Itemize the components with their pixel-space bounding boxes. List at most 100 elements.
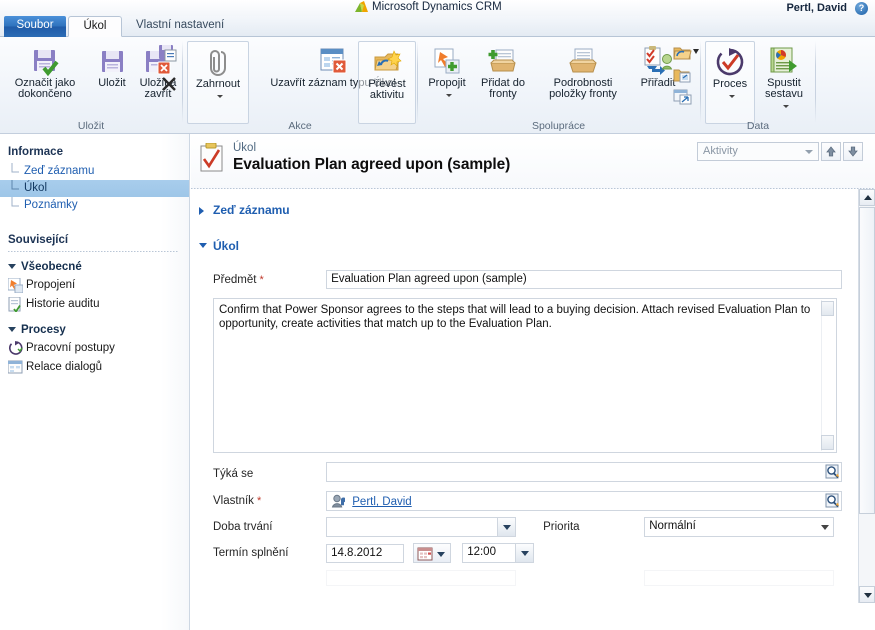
owner-lookup[interactable]: Pertl, David	[326, 491, 843, 511]
ribbon-button-label: Proces	[712, 78, 748, 90]
user-icon	[331, 494, 346, 508]
form-body: Zeď záznamu Úkol Předmět * Evaluation Pl…	[191, 189, 858, 603]
audit-history-icon	[8, 296, 23, 314]
record-type-label: Úkol	[233, 142, 257, 154]
section-toggle-ukol[interactable]: Úkol	[191, 235, 858, 257]
run-report-icon	[769, 44, 799, 78]
ribbon-button-zahrnout[interactable]: Zahrnout	[187, 41, 249, 124]
arrow-down-icon	[848, 146, 858, 157]
regarding-lookup[interactable]	[326, 462, 843, 485]
scroll-up-button[interactable]	[859, 189, 875, 206]
ribbon-button-pridat-do-fronty[interactable]: Přidat do fronty	[474, 41, 532, 100]
description-textarea[interactable]: Confirm that Power Sponsor agrees to the…	[213, 298, 837, 453]
form-selector-dropdown[interactable]: Aktivity	[697, 142, 819, 161]
ribbon-group-label-data: Data	[746, 120, 770, 132]
subject-input[interactable]: Evaluation Plan agreed upon (sample)	[326, 270, 843, 289]
due-time-select[interactable]: 12:00	[462, 543, 535, 563]
email-link-icon[interactable]	[673, 66, 693, 87]
close-record-icon	[317, 44, 349, 78]
duration-select[interactable]	[326, 517, 517, 537]
hidden-input-right[interactable]	[644, 570, 835, 586]
sidebar-item-historie-auditu[interactable]: Historie auditu	[0, 295, 189, 314]
regarding-input[interactable]	[326, 462, 843, 482]
scroll-thumb-bottom[interactable]	[821, 435, 834, 450]
ribbon-button-label: Podrobnosti položky fronty	[549, 77, 617, 100]
lookup-search-icon[interactable]	[824, 492, 841, 510]
sidebar-item-label: Historie auditu	[26, 298, 100, 310]
form-header: Úkol Evaluation Plan agreed upon (sample…	[191, 134, 875, 189]
chevron-down-icon[interactable]	[726, 91, 735, 102]
field-label-predmet: Předmět *	[213, 273, 264, 286]
ribbon-button-prevest-aktivitu[interactable]: Převést aktivitu	[358, 41, 416, 124]
sidebar-item-propojeni[interactable]: Propojení	[0, 276, 189, 295]
page-title: Evaluation Plan agreed upon (sample)	[233, 156, 511, 173]
nav-group-label: Všeobecné	[21, 261, 82, 273]
sidebar-item-ukol[interactable]: Úkol	[0, 180, 189, 197]
sidebar-item-poznamky[interactable]: Poznámky	[0, 197, 189, 214]
ribbon-button-podrobnosti-polozky-fronty[interactable]: Podrobnosti položky fronty	[534, 41, 632, 100]
form-header-nav: Aktivity	[697, 142, 863, 161]
sidebar-item-zed-zaznamu[interactable]: Zeď záznamu	[0, 163, 189, 180]
chevron-right-icon	[199, 207, 204, 215]
title-bar: Microsoft Dynamics CRM Pertl, David Neni…	[0, 0, 875, 28]
arrow-up-icon	[826, 146, 836, 157]
tree-branch-icon	[10, 163, 20, 180]
chevron-down-icon[interactable]	[214, 91, 223, 102]
ribbon-button-label: Přidat do fronty	[480, 77, 526, 100]
chevron-down-icon[interactable]	[780, 101, 789, 112]
ribbon-separator	[815, 41, 816, 123]
ribbon-button-ulozit[interactable]: Uložit	[90, 41, 134, 89]
sidebar-item-label: Relace dialogů	[26, 361, 103, 373]
due-date-input[interactable]: 14.8.2012	[326, 543, 405, 563]
app-title: Microsoft Dynamics CRM	[372, 1, 502, 13]
sidebar-item-label: Propojení	[26, 279, 76, 291]
delete-x-icon[interactable]	[160, 75, 178, 96]
nav-header-informace: Informace	[8, 146, 63, 158]
section-label: Zeď záznamu	[213, 203, 290, 217]
nav-group-vseobecne[interactable]: Všeobecné	[0, 258, 189, 276]
sidebar-item-relace-dialogu[interactable]: Relace dialogů	[0, 358, 189, 377]
description-text: Confirm that Power Sponsor agrees to the…	[219, 304, 811, 330]
sidebar-item-pracovni-postupy[interactable]: Pracovní postupy	[0, 339, 189, 358]
next-record-button[interactable]	[843, 142, 863, 161]
field-row-termin-splneni: Termín splnění 14.8.2012 12:00	[191, 540, 858, 566]
tab-soubor[interactable]: Soubor	[4, 16, 66, 37]
tab-ukol[interactable]: Úkol	[68, 16, 122, 37]
user-name: Pertl, David	[786, 2, 847, 14]
scroll-down-button[interactable]	[859, 586, 875, 603]
scroll-thumb[interactable]	[859, 207, 875, 514]
previous-record-button[interactable]	[821, 142, 841, 161]
assign-icon	[642, 44, 674, 78]
ribbon-button-propojit[interactable]: Propojit	[422, 41, 472, 101]
form-vertical-scrollbar[interactable]	[858, 189, 875, 603]
lookup-search-icon[interactable]	[824, 463, 841, 481]
owner-input[interactable]: Pertl, David	[326, 491, 843, 511]
field-row-vlastnik: Vlastník * Pertl, David	[191, 488, 858, 514]
ribbon-button-oznacit-jako-dokonceno[interactable]: Označit jako dokončeno	[4, 41, 86, 100]
tree-branch-icon	[10, 197, 20, 214]
tab-vlastni-nastaveni[interactable]: Vlastní nastavení	[124, 16, 236, 37]
share-folder-icon[interactable]	[673, 44, 699, 65]
save-new-icon[interactable]	[158, 44, 178, 66]
ribbon-button-label: Převést aktivitu	[368, 78, 406, 101]
chevron-down-icon[interactable]	[443, 90, 452, 101]
section-toggle-zed-zaznamu[interactable]: Zeď záznamu	[191, 199, 858, 221]
ribbon-button-label: Zahrnout	[195, 78, 241, 90]
owner-link[interactable]: Pertl, David	[352, 496, 411, 508]
send-shortcut-icon[interactable]	[673, 88, 693, 109]
nav-group-procesy[interactable]: Procesy	[0, 321, 189, 339]
help-icon[interactable]: ?	[855, 2, 868, 15]
ribbon-button-proces[interactable]: Proces	[705, 41, 755, 124]
add-to-queue-icon	[487, 44, 519, 78]
sidebar-item-label: Poznámky	[24, 199, 78, 211]
required-marker: *	[253, 495, 262, 507]
required-marker: *	[256, 273, 264, 286]
calendar-picker-button[interactable]	[413, 543, 452, 563]
ribbon-button-spustit-sestavu[interactable]: Spustit sestavu	[757, 41, 811, 112]
description-scrollbar[interactable]	[821, 300, 835, 451]
ribbon: Označit jako dokončeno Uložit Uložit a z…	[0, 37, 875, 134]
hidden-input-left[interactable]	[326, 570, 517, 586]
field-row-doba-trvani: Doba trvání Priorita Normální	[191, 514, 858, 540]
priority-select[interactable]: Normální	[644, 517, 835, 537]
scroll-thumb-top[interactable]	[821, 301, 834, 316]
